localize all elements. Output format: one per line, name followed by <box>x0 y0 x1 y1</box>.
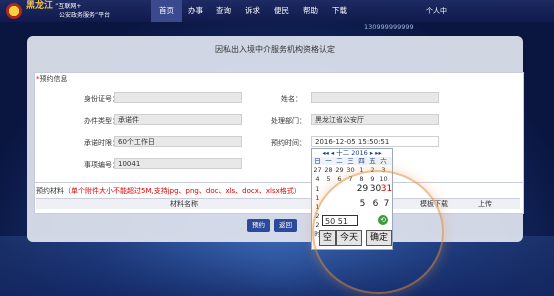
code-field: 10041 <box>114 158 242 169</box>
weekday: 四 <box>358 157 365 165</box>
nav-services[interactable]: 办事 <box>188 0 203 22</box>
nav-help[interactable]: 帮助 <box>303 0 318 22</box>
dept-field: 黑龙江省公安厅 <box>311 114 439 125</box>
day-cell[interactable]: 5 <box>323 175 334 183</box>
background-skyline <box>0 236 554 296</box>
top-bar: 黑龙江 “互联网+ 公安政务服务”平台 首页 办事 查询 诉求 便民 帮助 下载… <box>0 0 554 22</box>
back-button[interactable]: 返回 <box>274 219 297 232</box>
brand-sub1: “互联网+ <box>55 3 82 10</box>
day-cell[interactable]: 4 <box>312 175 323 183</box>
section-label: 预约信息 <box>39 75 68 83</box>
nav-home[interactable]: 首页 <box>151 0 182 22</box>
name-label: 姓名： <box>281 95 302 103</box>
weekday: 六 <box>380 157 387 165</box>
section-heading: *预约信息 <box>36 74 68 84</box>
day-cell[interactable]: 29 <box>334 166 345 174</box>
weekday: 二 <box>336 157 343 165</box>
limit-field: 60个工作日 <box>114 136 242 147</box>
weekday: 一 <box>325 157 332 165</box>
brand-sub2: 公安政务服务”平台 <box>59 12 111 19</box>
name-field[interactable] <box>311 92 439 103</box>
page-title: 因私出入境中介服务机构资格认定 <box>215 45 335 54</box>
nav-query[interactable]: 查询 <box>216 0 231 22</box>
brand-title: 黑龙江 <box>26 1 54 11</box>
police-emblem-icon <box>6 3 22 19</box>
calendar-nav[interactable]: ◂◂ ◂ 十二 2016 ▸ ▸▸ <box>312 149 392 157</box>
brand: 黑龙江 “互联网+ 公安政务服务”平台 <box>26 2 110 20</box>
type-field: 承诺件 <box>114 114 242 125</box>
submit-button[interactable]: 预约 <box>247 219 270 232</box>
day-cell[interactable]: 27 <box>312 166 323 174</box>
weekday: 日 <box>314 157 321 165</box>
weekday: 五 <box>369 157 376 165</box>
day-cell[interactable]: 1 <box>312 185 323 193</box>
upload-note: （单个附件大小不能超过5M,支持jpg、png、doc、xls、docx、xls… <box>64 187 301 195</box>
nav-appeal[interactable]: 诉求 <box>245 0 260 22</box>
dept-label: 处理部门： <box>271 117 306 125</box>
phone-number: 130999999999 <box>364 23 414 31</box>
day-cell[interactable]: 28 <box>323 166 334 174</box>
nav-convenience[interactable]: 便民 <box>274 0 289 22</box>
user-center-link[interactable]: 个人中 <box>426 0 447 22</box>
weekday-row: 日 一 二 三 四 五 六 <box>312 157 392 165</box>
appt-time-label: 预约时间： <box>271 139 306 147</box>
appt-time-field[interactable]: 2016-12-05 15:50:51 <box>311 136 439 147</box>
nav-download[interactable]: 下载 <box>332 0 347 22</box>
upload-heading: 预约材料（单个附件大小不能超过5M,支持jpg、png、doc、xls、docx… <box>36 186 301 196</box>
upload-label: 预约材料 <box>36 187 64 195</box>
highlight-circle <box>312 170 444 294</box>
id-field[interactable] <box>114 92 242 103</box>
col-material: 材料名称 <box>170 200 198 208</box>
col-upload: 上传 <box>478 200 492 208</box>
weekday: 三 <box>347 157 354 165</box>
